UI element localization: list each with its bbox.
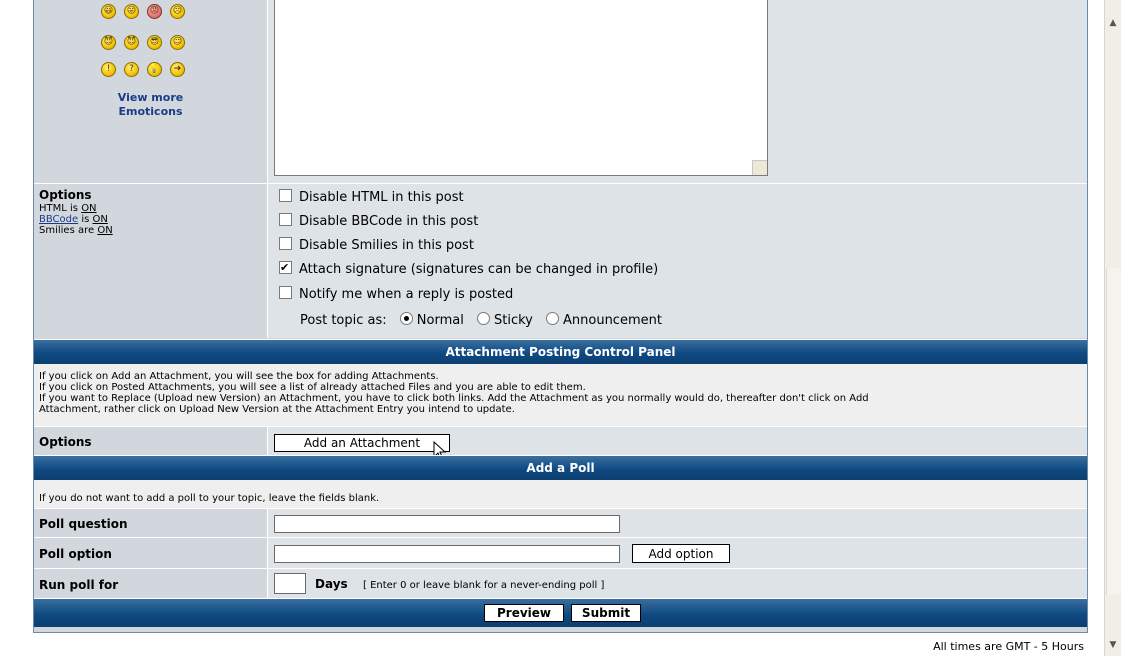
notify-reply-checkbox[interactable] [279, 286, 292, 299]
bbcode-status: BBCode is ON [39, 214, 108, 225]
scrollbar-thumb[interactable] [1106, 268, 1121, 595]
disable-smilies-option[interactable]: Disable Smilies in this post [279, 237, 474, 255]
html-status-label: HTML is [39, 203, 78, 214]
days-label: Days [315, 577, 348, 591]
html-status-value: ON [81, 203, 97, 214]
poll-option-input[interactable] [274, 545, 620, 563]
wink-emoticon-icon[interactable]: ☺ [170, 35, 185, 50]
disable-bbcode-option[interactable]: Disable BBCode in this post [279, 213, 478, 231]
run-poll-label: Run poll for [39, 578, 119, 592]
view-more-line1: View more [117, 91, 184, 104]
view-more-emoticons-link[interactable]: View more Emoticons [34, 91, 267, 119]
message-row: 😃 😛 😡 ☹ 😈 😈 😎 ☺ ! ? 💡 ➜ View more Emotic… [34, 0, 1087, 183]
smilies-status-value: ON [97, 225, 113, 236]
attach-signature-option[interactable]: Attach signature (signatures can be chan… [279, 259, 659, 279]
emoticon-panel: 😃 😛 😡 ☹ 😈 😈 😎 ☺ ! ? 💡 ➜ View more Emotic… [34, 0, 268, 183]
attachment-help-line: If you want to Replace (Upload new Versi… [39, 393, 869, 404]
options-heading: Options [39, 188, 92, 202]
add-attachment-button[interactable]: Add an Attachment [274, 434, 450, 452]
attachment-panel-header: Attachment Posting Control Panel [34, 339, 1087, 364]
run-poll-hint: [ Enter 0 or leave blank for a never-end… [363, 580, 605, 591]
run-poll-row: Run poll for Days [ Enter 0 or leave bla… [34, 569, 1087, 598]
smile-emoticon-icon[interactable]: 😃 [101, 4, 116, 19]
bbcode-status-value: ON [92, 214, 108, 225]
view-more-line2: Emoticons [118, 105, 183, 118]
exclaim-emoticon-icon[interactable]: ! [101, 62, 116, 77]
arrow-emoticon-icon[interactable]: ➜ [170, 62, 185, 77]
announcement-radio[interactable] [546, 312, 559, 325]
sticky-radio[interactable] [476, 312, 490, 325]
attach-signature-checkbox[interactable] [279, 259, 292, 277]
attachment-options-label: Options [39, 435, 92, 449]
tongue-emoticon-icon[interactable]: 😛 [124, 4, 139, 19]
page-scrollbar[interactable]: ▲ ▼ [1104, 0, 1121, 656]
attachment-help-line: Attachment, rather click on Upload New V… [39, 404, 515, 415]
idea-emoticon-icon[interactable]: 💡 [147, 62, 162, 77]
message-textarea[interactable] [274, 0, 768, 176]
scroll-down-arrow-icon[interactable]: ▼ [1108, 640, 1118, 650]
options-info-cell: Options HTML is ON BBCode is ON Smilies … [34, 184, 268, 338]
attach-signature-label: Attach signature (signatures can be chan… [299, 262, 659, 277]
normal-radio-label: Normal [416, 313, 464, 328]
poll-question-label: Poll question [39, 517, 128, 531]
submit-button[interactable]: Submit [571, 604, 641, 622]
poll-question-input[interactable] [274, 515, 620, 533]
cool-emoticon-icon[interactable]: 😎 [147, 35, 162, 50]
disable-html-option[interactable]: Disable HTML in this post [279, 189, 464, 207]
attachment-help-text: If you click on Add an Attachment, you w… [39, 371, 1079, 415]
posting-form: 😃 😛 😡 ☹ 😈 😈 😎 ☺ ! ? 💡 ➜ View more Emotic… [33, 0, 1088, 633]
mad-emoticon-icon[interactable]: 😡 [147, 4, 162, 19]
evil-emoticon-icon[interactable]: 😈 [101, 35, 116, 50]
disable-html-label: Disable HTML in this post [299, 190, 464, 205]
notify-reply-option[interactable]: Notify me when a reply is posted [279, 286, 513, 304]
attachment-options-row: Options Add an Attachment [34, 427, 1087, 461]
notify-reply-label: Notify me when a reply is posted [299, 287, 514, 302]
disable-bbcode-label: Disable BBCode in this post [299, 214, 479, 229]
preview-button[interactable]: Preview [484, 604, 564, 622]
post-topic-label: Post topic as: [300, 313, 387, 328]
timezone-note: All times are GMT - 5 Hours [933, 640, 1084, 653]
attachment-help-line: If you click on Add an Attachment, you w… [39, 371, 439, 382]
disable-bbcode-checkbox[interactable] [279, 213, 292, 226]
scroll-up-arrow-icon[interactable]: ▲ [1108, 18, 1118, 28]
poll-help-text: If you do not want to add a poll to your… [39, 493, 380, 504]
attachment-help-line: If you click on Posted Attachments, you … [39, 382, 586, 393]
post-topic-type: Post topic as: Normal Sticky Announcemen… [300, 312, 662, 330]
announcement-radio-label: Announcement [563, 313, 662, 328]
smilies-status-label: Smilies are [39, 225, 95, 236]
page: 😃 😛 😡 ☹ 😈 😈 😎 ☺ ! ? 💡 ➜ View more Emotic… [0, 0, 1104, 656]
add-option-button[interactable]: Add option [632, 544, 730, 563]
poll-option-label: Poll option [39, 547, 112, 561]
action-bar: Preview Submit [34, 598, 1087, 627]
poll-option-label-cell: Poll option [34, 538, 268, 568]
bbcode-link[interactable]: BBCode [39, 214, 78, 225]
poll-help-row: If you do not want to add a poll to your… [34, 480, 1087, 508]
sad-emoticon-icon[interactable]: ☹ [170, 4, 185, 19]
bbcode-status-label: is [81, 214, 90, 225]
question-emoticon-icon[interactable]: ? [124, 62, 139, 77]
smilies-status: Smilies are ON [39, 225, 113, 236]
poll-header: Add a Poll [34, 455, 1087, 480]
poll-option-row: Poll option Add option [34, 538, 1087, 568]
run-poll-days-input[interactable] [274, 573, 306, 594]
sticky-radio-label: Sticky [493, 313, 533, 328]
html-status: HTML is ON [39, 203, 97, 214]
normal-radio[interactable] [399, 312, 413, 325]
options-row: Options HTML is ON BBCode is ON Smilies … [34, 184, 1087, 338]
poll-question-row: Poll question [34, 509, 1087, 537]
attachment-help-row: If you click on Add an Attachment, you w… [34, 364, 1087, 426]
disable-smilies-checkbox[interactable] [279, 237, 292, 250]
twisted-emoticon-icon[interactable]: 😈 [124, 35, 139, 50]
run-poll-label-cell: Run poll for [34, 569, 268, 598]
poll-question-label-cell: Poll question [34, 509, 268, 537]
disable-smilies-label: Disable Smilies in this post [299, 238, 474, 253]
attachment-options-label-cell: Options [34, 427, 268, 455]
disable-html-checkbox[interactable] [279, 189, 292, 202]
textarea-resize-corner [752, 160, 767, 175]
